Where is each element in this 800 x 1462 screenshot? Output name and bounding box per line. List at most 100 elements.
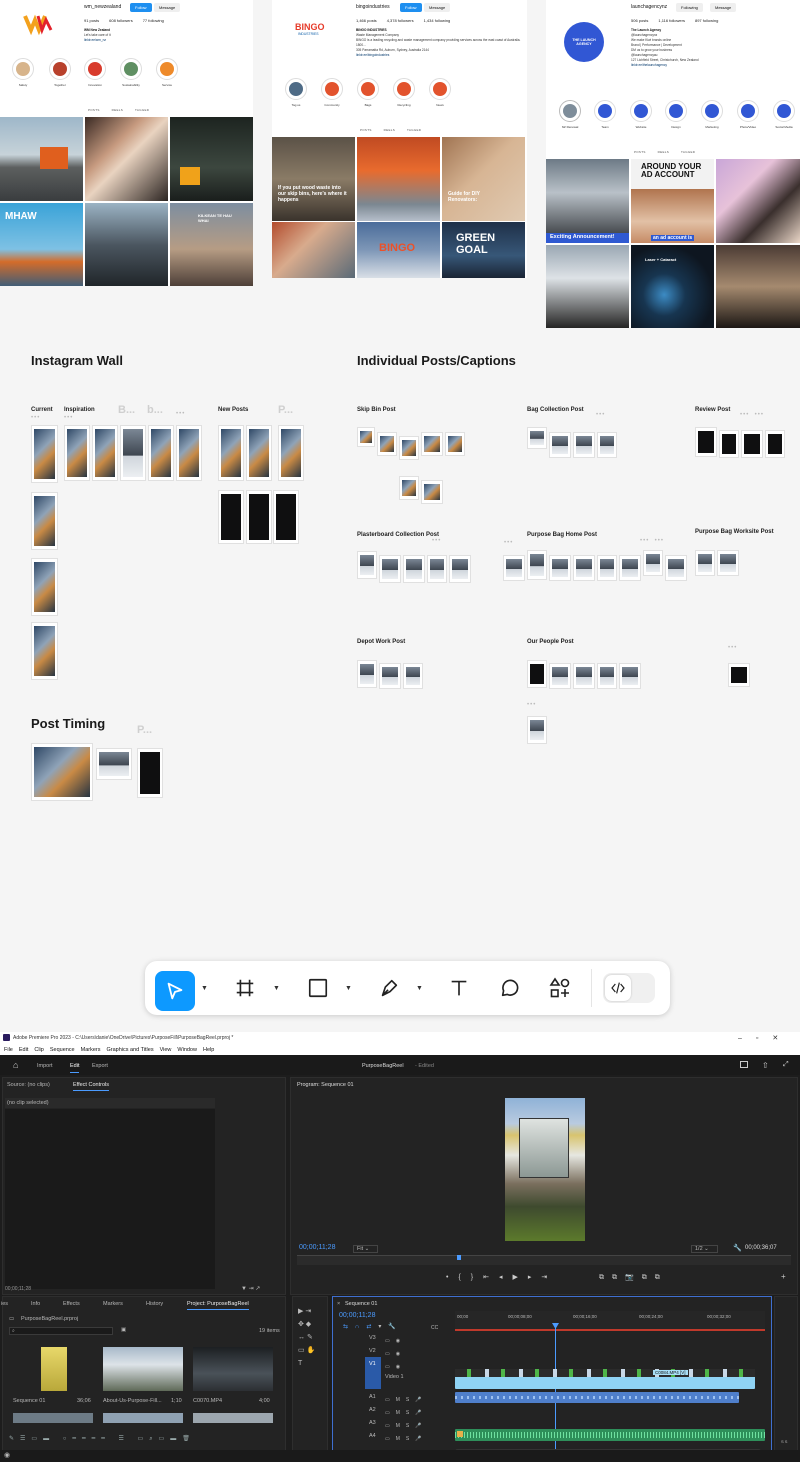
frame-thumbnail[interactable]	[573, 555, 595, 581]
frame-thumbnail[interactable]	[719, 430, 739, 458]
project-search-input[interactable]: ⌕	[9, 1327, 113, 1335]
bio-link[interactable]: linktr.ee/wm_nz	[84, 38, 106, 42]
frame-label[interactable]: Bag Collection Post	[527, 407, 584, 413]
highlight[interactable]: Together	[48, 58, 72, 87]
video-track-toggles[interactable]: ▭◉ ▭◉ ▭◉	[385, 1335, 406, 1374]
highlight[interactable]: Website	[628, 100, 654, 129]
highlight[interactable]: Design	[664, 100, 688, 129]
frame-thumbnail[interactable]	[64, 425, 90, 481]
actions-tool-button[interactable]	[545, 973, 575, 1003]
frame-thumbnail[interactable]	[695, 550, 715, 576]
followers-count[interactable]: 1,116 followers	[658, 18, 685, 23]
frame-thumbnail[interactable]	[377, 432, 397, 456]
message-button[interactable]: Message	[424, 3, 451, 12]
tab-markers[interactable]: Markers	[103, 1301, 123, 1307]
frame-thumbnail[interactable]	[549, 432, 571, 458]
frame-thumbnail[interactable]	[643, 550, 663, 576]
home-icon[interactable]: ⌂	[13, 1060, 18, 1070]
frame-tool-button[interactable]	[230, 973, 260, 1003]
frame-thumbnail[interactable]	[619, 663, 641, 689]
following-count[interactable]: 1,434 following	[424, 18, 451, 23]
tab-posts[interactable]: POSTS	[360, 128, 372, 132]
menu-graphics[interactable]: Graphics and Titles	[107, 1047, 154, 1053]
frame-label-inspiration[interactable]: Inspiration	[64, 407, 95, 413]
frame-thumbnail[interactable]	[96, 748, 132, 780]
frame-thumbnail[interactable]	[31, 558, 58, 616]
menu-edit[interactable]: Edit	[19, 1047, 28, 1053]
frame-thumbnail[interactable]	[31, 622, 58, 680]
frame-thumbnail[interactable]	[92, 425, 118, 481]
frame-thumbnail[interactable]	[573, 432, 595, 458]
bin-item-thumbnail[interactable]	[193, 1413, 273, 1423]
post-tile[interactable]: KILKEAN TE HAU WHAI	[170, 203, 253, 286]
following-count[interactable]: 897 following	[695, 18, 718, 23]
tab-tagged[interactable]: TAGGED	[135, 108, 149, 112]
highlight[interactable]: Recycling	[391, 78, 417, 107]
message-button[interactable]: Message	[154, 3, 181, 12]
followers-count[interactable]: 608 followers	[109, 18, 133, 23]
frame-label[interactable]: Review Post	[695, 407, 730, 413]
frame-thumbnail[interactable]	[246, 490, 272, 544]
frame-thumbnail[interactable]	[765, 430, 785, 458]
move-tool-button[interactable]	[155, 971, 195, 1011]
frame-thumbnail[interactable]	[379, 663, 401, 689]
export-icon[interactable]: ⇧	[762, 1061, 769, 1070]
highlight[interactable]: Service	[155, 58, 179, 87]
post-tile[interactable]: BINGO	[357, 222, 440, 278]
post-tile[interactable]: If you put wood waste into our skip bins…	[272, 137, 355, 221]
launch-agency-logo[interactable]: THE LAUNCH AGENCY	[564, 22, 604, 62]
frame-thumbnail[interactable]	[399, 436, 419, 460]
track-a1[interactable]: A1	[369, 1394, 376, 1400]
chevron-down-icon[interactable]: ▼	[201, 985, 208, 992]
program-scrubber[interactable]	[297, 1255, 791, 1265]
share-icon[interactable]	[740, 1061, 748, 1068]
tab-libraries[interactable]: ies	[1, 1301, 8, 1307]
bin-item-thumbnail[interactable]	[103, 1413, 183, 1423]
track-v1[interactable]: V1	[369, 1361, 376, 1367]
frame-thumbnail[interactable]	[218, 490, 244, 544]
highlight[interactable]: Bags	[356, 78, 380, 107]
source-tab[interactable]: Source: (no clips)	[7, 1082, 50, 1088]
tab-tagged[interactable]: TAGGED	[407, 128, 421, 132]
track-v3[interactable]: V3	[369, 1335, 376, 1341]
frame-thumbnail[interactable]	[137, 748, 163, 798]
filter-icon[interactable]: ▼ ⇥ ↗	[241, 1285, 260, 1292]
tab-posts[interactable]: POSTS	[634, 150, 646, 154]
highlight[interactable]: Marketing	[699, 100, 725, 129]
project-footer-controls[interactable]: ✎☰▭▬ ○━━━━ ☰ ▭⌕▭▬🗑	[9, 1435, 196, 1443]
post-tile[interactable]	[546, 245, 629, 328]
fullscreen-icon[interactable]: ⤢	[783, 1061, 789, 1069]
audio-track-toggles[interactable]: ▭MS🎤 ▭MS🎤 ▭MS🎤 ▭MS🎤	[385, 1394, 427, 1446]
bingo-logo[interactable]: BINGO INDUSTRIES	[294, 20, 328, 36]
post-tile[interactable]: AROUND YOUR AD ACCOUNT an ad account is	[631, 159, 714, 243]
wm-logo[interactable]	[22, 8, 54, 36]
frame-thumbnail[interactable]	[549, 663, 571, 689]
frame-thumbnail[interactable]	[357, 551, 377, 579]
tab-reels[interactable]: REELS	[658, 150, 669, 154]
fit-dropdown[interactable]: Fit ⌄	[353, 1245, 379, 1253]
frame-thumbnail[interactable]	[665, 555, 687, 581]
menu-clip[interactable]: Clip	[34, 1047, 43, 1053]
program-tab[interactable]: Program: Sequence 01	[297, 1082, 354, 1088]
bio-link[interactable]: linktr.ee/thelaunchagency	[631, 63, 667, 67]
post-tile[interactable]	[716, 245, 800, 328]
post-tile[interactable]	[716, 159, 800, 243]
frame-thumbnail[interactable]	[695, 427, 717, 457]
frame-label-ghost[interactable]: B...	[118, 404, 135, 416]
menu-file[interactable]: File	[4, 1047, 13, 1053]
frame-thumbnail[interactable]	[503, 555, 525, 581]
track-a4[interactable]: A4	[369, 1433, 376, 1439]
highlight[interactable]: Community	[319, 78, 345, 107]
following-button[interactable]: Following	[676, 3, 703, 12]
highlight[interactable]: News	[428, 78, 452, 107]
timeline-tools[interactable]: ⇆∩⇄▾🔧	[343, 1323, 403, 1330]
work-area-bar[interactable]	[455, 1329, 765, 1331]
frame-label-ghost[interactable]: P...	[278, 404, 293, 416]
frame-thumbnail[interactable]	[527, 427, 547, 449]
dev-mode-toggle[interactable]	[603, 973, 655, 1003]
highlight[interactable]: Photo/Video	[734, 100, 762, 129]
frame-thumbnail[interactable]	[357, 660, 377, 688]
program-frame[interactable]	[505, 1098, 585, 1241]
message-button[interactable]: Message	[710, 3, 737, 12]
tab-import[interactable]: Import	[37, 1063, 53, 1069]
